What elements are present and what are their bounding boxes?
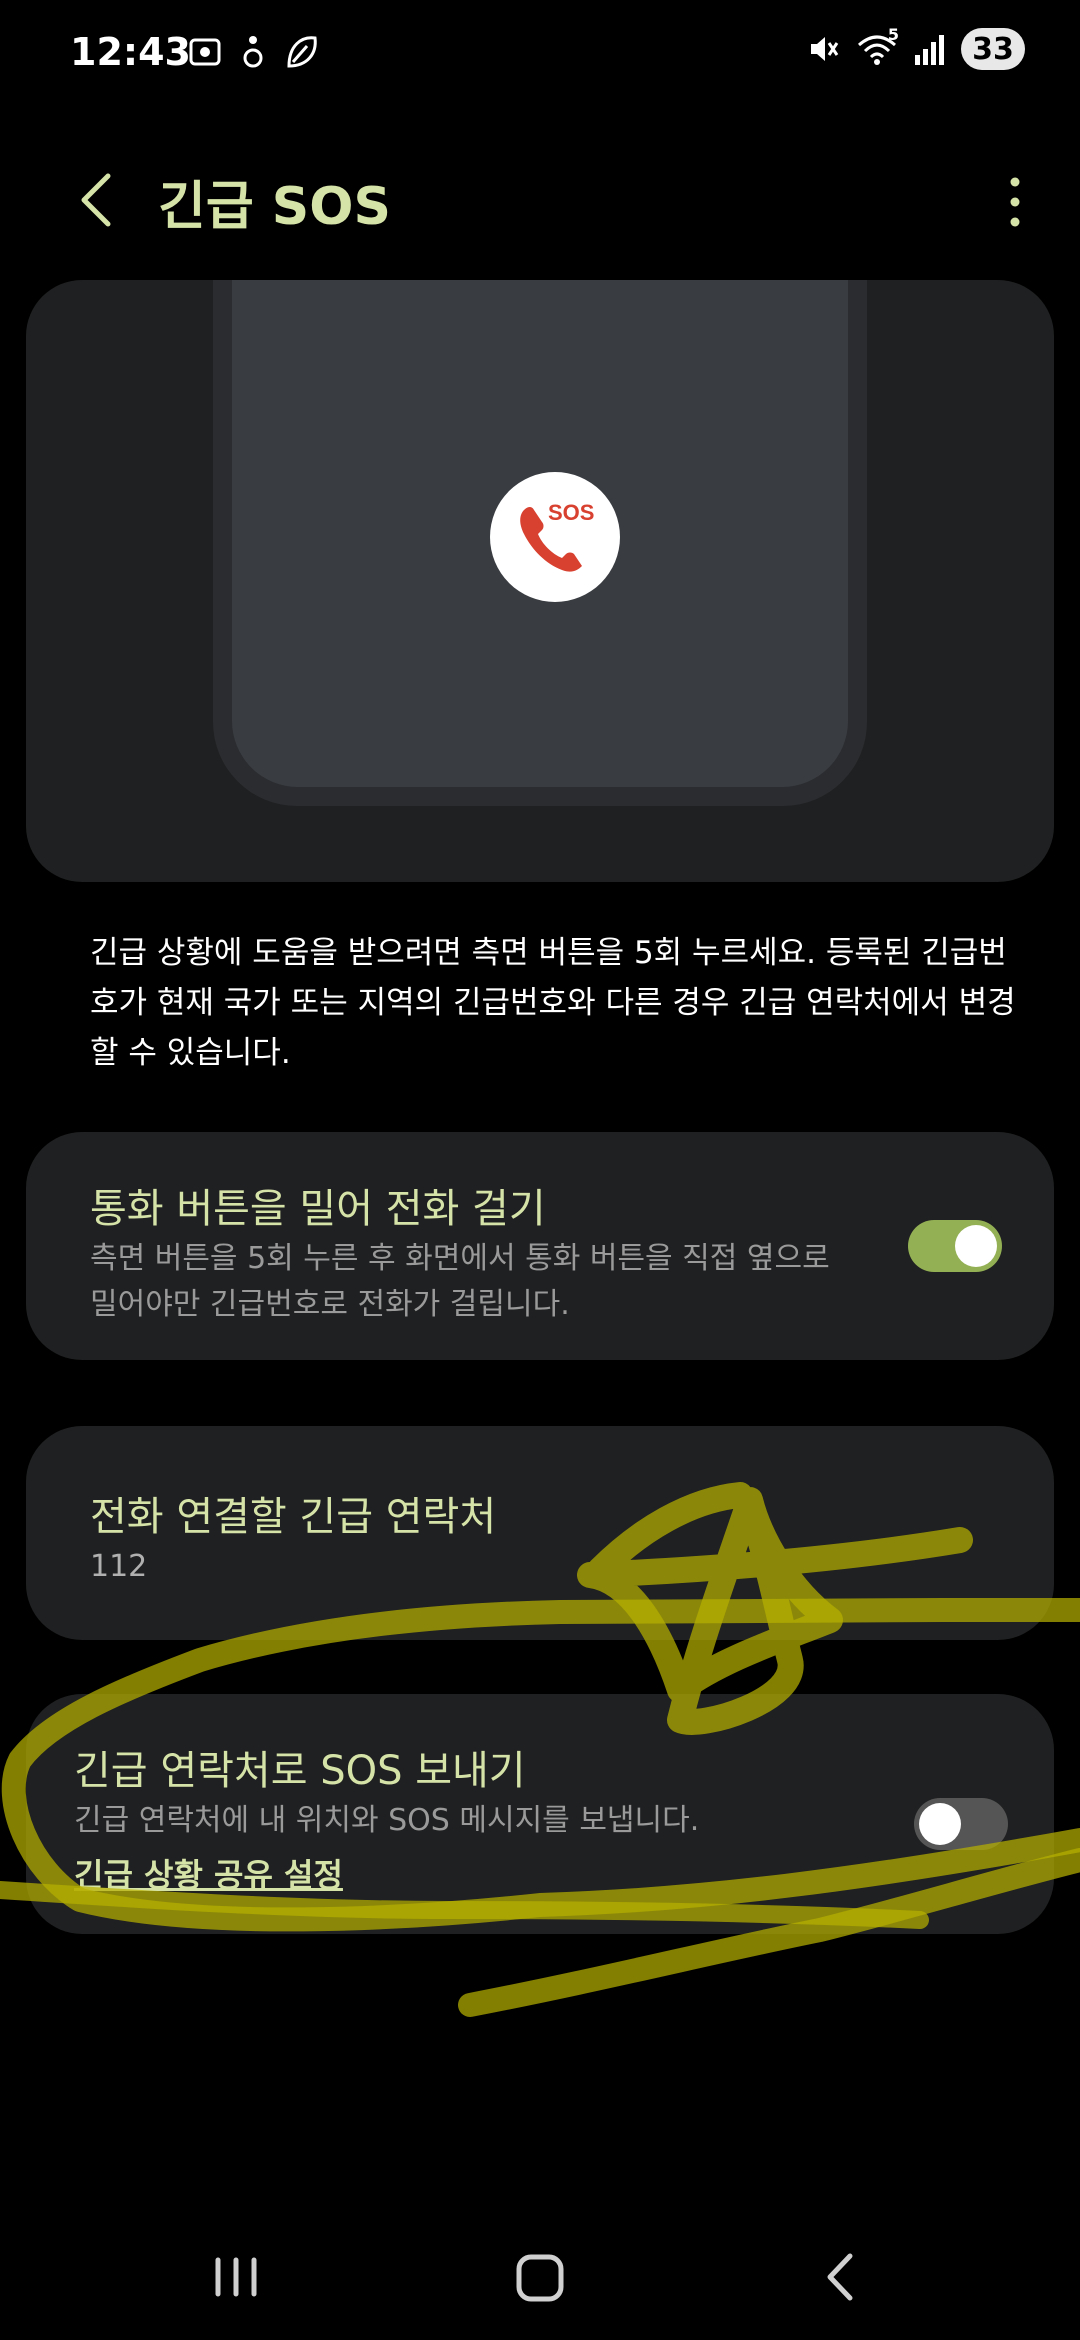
swipe-to-call-title: 통화 버튼을 밀어 전화 걸기 xyxy=(90,1186,546,1232)
emergency-contact-value: 112 xyxy=(90,1549,148,1584)
swipe-to-call-toggle[interactable] xyxy=(908,1220,1002,1272)
swipe-to-call-subtitle: 측면 버튼을 5회 누른 후 화면에서 통화 버튼을 직접 옆으로 밀어야만 긴… xyxy=(90,1241,830,1322)
sos-call-button: SOS xyxy=(490,472,620,602)
back-arrow-icon[interactable] xyxy=(70,170,120,230)
toggle-knob xyxy=(955,1225,997,1267)
emergency-contact-title: 전화 연결할 긴급 연락처 xyxy=(90,1494,497,1540)
phone-call-icon xyxy=(520,507,582,572)
phone-screen: SOS xyxy=(232,280,848,787)
app-header: 긴급 SOS xyxy=(0,150,1080,250)
emergency-sharing-settings-link[interactable]: 긴급 상황 공유 설정 xyxy=(74,1850,343,1896)
status-bar: 12:43 5 33 xyxy=(0,0,1080,110)
more-options-icon[interactable] xyxy=(1000,172,1030,232)
wifi-icon: 5 xyxy=(855,25,899,67)
signal-icon xyxy=(915,35,944,65)
send-sos-toggle[interactable] xyxy=(914,1798,1008,1850)
swipe-to-call-setting[interactable]: 통화 버튼을 밀어 전화 걸기 측면 버튼을 5회 누른 후 화면에서 통화 버… xyxy=(26,1132,1054,1360)
send-sos-setting[interactable]: 긴급 연락처로 SOS 보내기 긴급 연락처에 내 위치와 SOS 메시지를 보… xyxy=(26,1694,1054,1934)
leaf-icon xyxy=(287,36,317,68)
back-nav-icon[interactable] xyxy=(800,2242,880,2312)
emergency-contact-setting[interactable]: 전화 연결할 긴급 연락처 112 xyxy=(26,1426,1054,1640)
recent-apps-icon[interactable] xyxy=(196,2242,276,2312)
toggle-knob xyxy=(919,1803,961,1845)
sos-illustration: SOS xyxy=(26,280,1054,882)
screenshot-icon xyxy=(189,38,221,66)
accessibility-icon xyxy=(243,36,263,68)
send-sos-title: 긴급 연락처로 SOS 보내기 xyxy=(74,1748,526,1794)
send-sos-subtitle: 긴급 연락처에 내 위치와 SOS 메시지를 보냅니다. xyxy=(74,1803,700,1838)
status-time: 12:43 xyxy=(70,30,191,74)
page-title: 긴급 SOS xyxy=(158,177,391,237)
sos-label: SOS xyxy=(548,500,595,525)
phone-illustration: SOS xyxy=(213,280,867,806)
home-icon[interactable] xyxy=(500,2242,580,2312)
battery-indicator: 33 xyxy=(961,28,1025,70)
network-type-label: 5 xyxy=(887,25,899,44)
sos-description: 긴급 상황에 도움을 받으려면 측면 버튼을 5회 누르세요. 등록된 긴급번호… xyxy=(90,935,1016,1071)
mute-icon xyxy=(811,37,839,61)
system-nav-bar xyxy=(0,2220,1080,2330)
